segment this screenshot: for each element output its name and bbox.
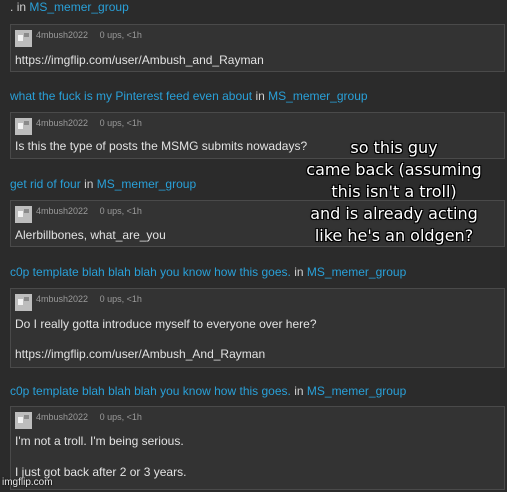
post-title-link[interactable]: c0p template blah blah blah you know how… xyxy=(10,384,291,398)
in-word: in xyxy=(84,177,94,191)
comment-meta: 4mbush2022 0 ups, <1h xyxy=(36,30,142,40)
caption-line: and is already acting xyxy=(310,204,478,223)
in-word: in xyxy=(16,0,27,14)
avatar-icon[interactable] xyxy=(15,30,32,47)
comment-ups: 0 ups, <1h xyxy=(99,206,142,216)
avatar-icon[interactable] xyxy=(15,206,32,223)
group-link[interactable]: MS_memer_group xyxy=(307,384,406,398)
group-link[interactable]: MS_memer_group xyxy=(97,177,196,191)
comment-ups: 0 ups, <1h xyxy=(99,30,142,40)
comment-ups: 0 ups, <1h xyxy=(99,118,142,128)
comment-box: 4mbush2022 0 ups, <1h I'm not a troll. I… xyxy=(10,406,505,490)
comment-ups: 0 ups, <1h xyxy=(99,412,142,422)
group-link[interactable]: MS_memer_group xyxy=(268,89,367,103)
comment-text: I'm not a troll. I'm being serious. xyxy=(15,434,184,448)
comment-text: https://imgflip.com/user/Ambush_and_Raym… xyxy=(15,53,264,67)
post-header: c0p template blah blah blah you know how… xyxy=(10,384,406,398)
comment-author[interactable]: 4mbush2022 xyxy=(36,412,88,422)
caption-line: this isn't a troll) xyxy=(331,182,457,201)
post-header: what the fuck is my Pinterest feed even … xyxy=(10,89,368,103)
comment-text: Is this the type of posts the MSMG submi… xyxy=(15,139,308,153)
caption-line: so this guy xyxy=(350,138,438,157)
post-title-link[interactable]: get rid of four xyxy=(10,177,81,191)
in-word: in xyxy=(294,265,304,279)
comment-meta: 4mbush2022 0 ups, <1h xyxy=(36,206,142,216)
comment-text: https://imgflip.com/user/Ambush_And_Raym… xyxy=(15,347,266,361)
post-title-link[interactable]: c0p template blah blah blah you know how… xyxy=(10,265,291,279)
comment-author[interactable]: 4mbush2022 xyxy=(36,118,88,128)
group-link[interactable]: MS_memer_group xyxy=(29,0,128,14)
comment-author[interactable]: 4mbush2022 xyxy=(36,294,88,304)
avatar-icon[interactable] xyxy=(15,294,32,311)
caption-line: came back (assuming xyxy=(306,160,482,179)
comment-text: Do I really gotta introduce myself to ev… xyxy=(15,317,317,331)
post-header: get rid of four in MS_memer_group xyxy=(10,177,196,191)
imgflip-watermark: imgflip.com xyxy=(2,477,53,488)
comment-author[interactable]: 4mbush2022 xyxy=(36,30,88,40)
comment-box: 4mbush2022 0 ups, <1h https://imgflip.co… xyxy=(10,24,505,72)
group-link[interactable]: MS_memer_group xyxy=(307,265,406,279)
caption-line: like he's an oldgen? xyxy=(314,226,474,245)
comment-ups: 0 ups, <1h xyxy=(99,294,142,304)
avatar-icon[interactable] xyxy=(15,118,32,135)
comment-meta: 4mbush2022 0 ups, <1h xyxy=(36,294,142,304)
in-word: in xyxy=(255,89,265,103)
in-word: in xyxy=(294,384,304,398)
comment-author[interactable]: 4mbush2022 xyxy=(36,206,88,216)
comment-box: 4mbush2022 0 ups, <1h Do I really gotta … xyxy=(10,288,505,368)
post-header: c0p template blah blah blah you know how… xyxy=(10,265,406,279)
avatar-icon[interactable] xyxy=(15,412,32,429)
post-title: . xyxy=(10,0,14,14)
comment-meta: 4mbush2022 0 ups, <1h xyxy=(36,412,142,422)
overlay-caption: so this guy came back (assuming this isn… xyxy=(282,137,506,247)
post-header: . in MS_memer_group xyxy=(10,0,129,14)
comment-meta: 4mbush2022 0 ups, <1h xyxy=(36,118,142,128)
comment-text: Alerbillbones, what_are_you xyxy=(15,228,166,242)
post-title-link[interactable]: what the fuck is my Pinterest feed even … xyxy=(10,89,252,103)
